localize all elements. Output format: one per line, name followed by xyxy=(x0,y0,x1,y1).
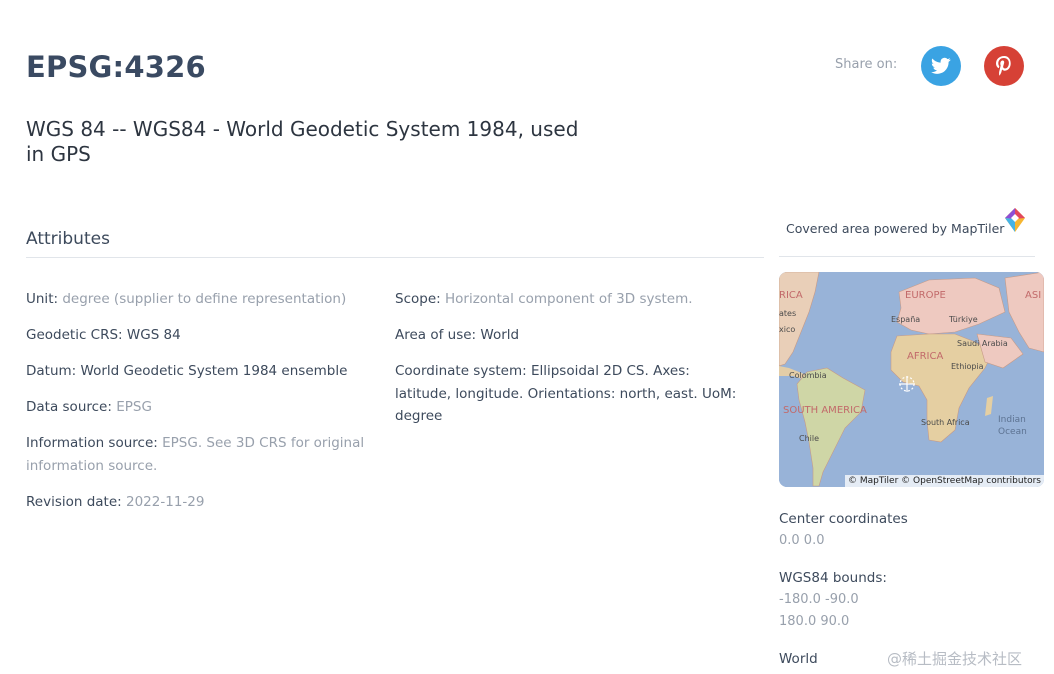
map-label-america: RICA xyxy=(779,290,803,301)
attribute-value: 2022-11-29 xyxy=(126,493,205,510)
sidebar-divider xyxy=(779,256,1035,257)
wgs84-bounds-min: -180.0 -90.0 xyxy=(779,592,859,607)
map-label-indian: Indian xyxy=(998,415,1026,425)
world-map-graphic: RICA ates xico EUROPE ASI España Türkiye… xyxy=(779,272,1044,487)
attributes-heading: Attributes xyxy=(26,229,110,249)
attribute-label: Area of use: xyxy=(395,327,477,343)
pinterest-p-icon xyxy=(996,56,1011,76)
attribute-unit: Unit: degree (supplier to define represe… xyxy=(26,288,366,311)
attribute-label: Datum: xyxy=(26,363,77,379)
attribute-value: degree (supplier to define representatio… xyxy=(62,291,347,307)
map-label-south-america: SOUTH AMERICA xyxy=(783,405,867,416)
attribute-value: Horizontal component of 3D system. xyxy=(444,291,693,307)
map-label-asia: ASI xyxy=(1025,290,1041,301)
center-coordinates-label: Center coordinates xyxy=(779,511,908,527)
attribute-value[interactable]: World xyxy=(480,327,519,343)
attribute-value[interactable]: World Geodetic System 1984 ensemble xyxy=(81,363,348,379)
attribute-label: Coordinate system: xyxy=(395,363,527,379)
center-coordinates-value: 0.0 0.0 xyxy=(779,533,825,548)
attribute-area-of-use: Area of use: World xyxy=(395,324,745,347)
attribute-value: EPSG xyxy=(116,399,152,415)
coverage-map[interactable]: RICA ates xico EUROPE ASI España Türkiye… xyxy=(779,272,1044,487)
area-name: World xyxy=(779,651,818,667)
map-label-europe: EUROPE xyxy=(905,290,946,301)
attribute-label: Information source: xyxy=(26,435,158,451)
twitter-bird-icon xyxy=(931,57,951,74)
attributes-left-column: Unit: degree (supplier to define represe… xyxy=(26,288,366,527)
map-label-saudi: Saudi Arabia xyxy=(957,339,1008,348)
map-label-ethiopia: Ethiopia xyxy=(951,362,984,371)
map-label-xico: xico xyxy=(779,325,795,334)
attribute-label: Revision date: xyxy=(26,493,122,510)
map-label-espana: España xyxy=(891,315,920,324)
wgs84-bounds-max: 180.0 90.0 xyxy=(779,614,850,629)
watermark: @稀土掘金技术社区 xyxy=(887,650,1023,668)
attribute-geodetic-crs: Geodetic CRS: WGS 84 xyxy=(26,324,366,347)
attribute-datum: Datum: World Geodetic System 1984 ensemb… xyxy=(26,360,366,383)
attribute-revision-date: Revision date: 2022-11-29 xyxy=(26,491,366,514)
map-label-africa: AFRICA xyxy=(907,351,943,362)
attribute-label: Data source: xyxy=(26,399,112,415)
map-caption: Covered area powered by MapTiler xyxy=(786,221,1005,236)
attribute-label: Unit: xyxy=(26,291,59,307)
map-label-ocean: Ocean xyxy=(998,427,1027,437)
map-label-colombia: Colombia xyxy=(789,371,827,380)
map-label-turkiye: Türkiye xyxy=(948,315,978,324)
map-label-chile: Chile xyxy=(799,434,819,443)
attributes-divider xyxy=(26,257,764,258)
attribute-label: Scope: xyxy=(395,291,441,307)
attribute-coordinate-system: Coordinate system: Ellipsoidal 2D CS. Ax… xyxy=(395,360,745,428)
wgs84-bounds-label: WGS84 bounds: xyxy=(779,570,887,586)
attribute-value[interactable]: WGS 84 xyxy=(127,327,181,343)
attribute-label: Geodetic CRS: xyxy=(26,327,123,343)
attributes-right-column: Scope: Horizontal component of 3D system… xyxy=(395,288,745,441)
attribute-data-source: Data source: EPSG xyxy=(26,396,366,419)
map-attribution[interactable]: © MapTiler © OpenStreetMap contributors xyxy=(844,475,1044,487)
map-label-ates: ates xyxy=(779,309,796,318)
share-twitter-button[interactable] xyxy=(921,46,961,86)
page-title: EPSG:4326 xyxy=(26,50,206,84)
share-label: Share on: xyxy=(835,57,898,72)
share-pinterest-button[interactable] xyxy=(984,46,1024,86)
attribute-scope: Scope: Horizontal component of 3D system… xyxy=(395,288,745,311)
map-label-south-africa: South Africa xyxy=(921,418,970,427)
maptiler-logo-icon[interactable] xyxy=(1003,207,1027,235)
crs-full-name: WGS 84 -- WGS84 - World Geodetic System … xyxy=(26,117,579,166)
attribute-information-source: Information source: EPSG. See 3D CRS for… xyxy=(26,432,366,477)
